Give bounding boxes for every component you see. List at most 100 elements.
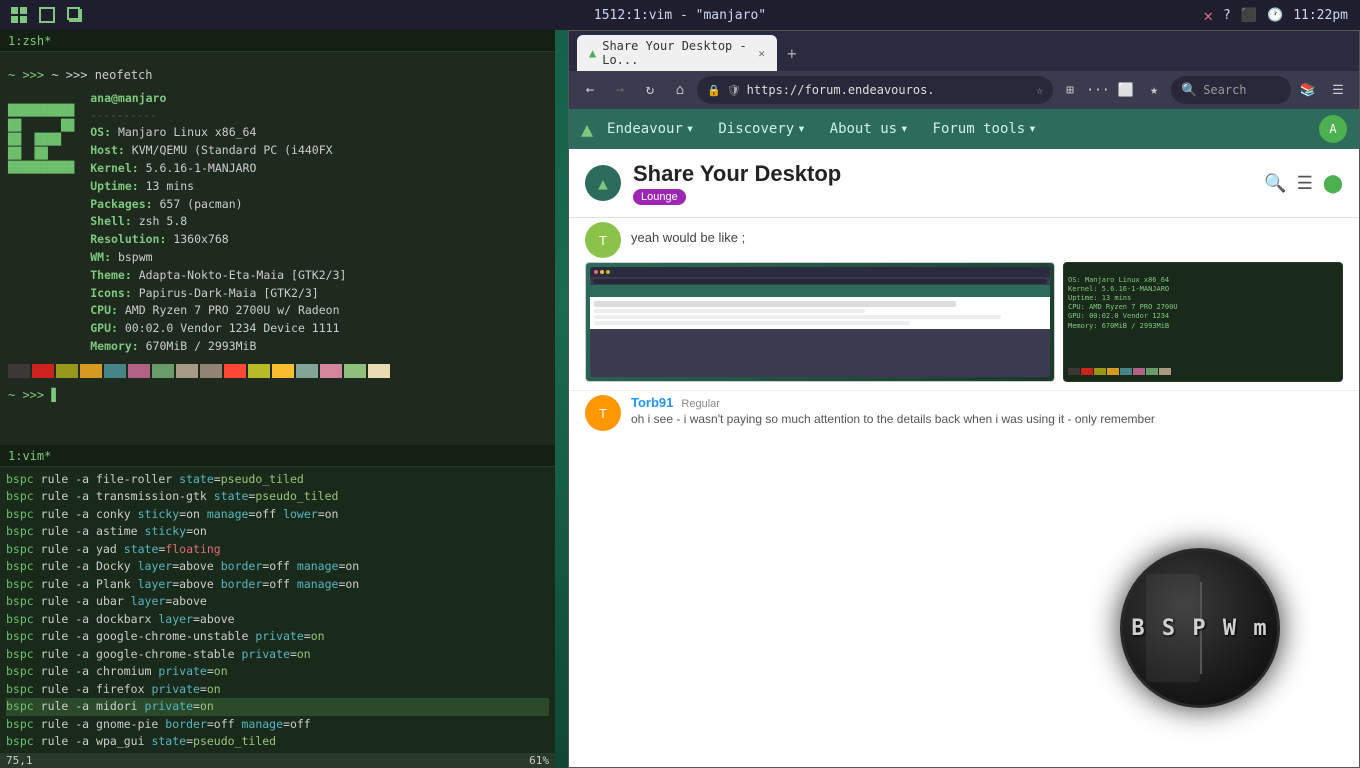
forum-screenshots: OS: Manjaro Linux x86_64 Kernel: 5.6.16-… <box>585 262 1343 382</box>
forum-site-logo: ▲ <box>585 165 621 201</box>
forum-post: T yeah would be like ; <box>569 218 1359 262</box>
vim-line: bspc rule -a ubar layer=above <box>6 593 549 610</box>
post-text: yeah would be like ; <box>631 222 745 245</box>
taskbar-title: 1512:1:vim - "manjaro" <box>594 8 766 23</box>
screenshot-left <box>585 262 1055 382</box>
taskbar-right: ✕ ? ⬛ 🕐 11:22pm <box>1203 6 1360 25</box>
browser-tab-bar: ▲ Share Your Desktop - Lo... ✕ + <box>569 31 1359 71</box>
browser-chrome: ▲ Share Your Desktop - Lo... ✕ + ← → ↻ ⌂… <box>569 31 1359 109</box>
bspwm-circle: B S P W m <box>1120 548 1280 708</box>
clock-icon: 🕐 <box>1267 8 1283 23</box>
browser-nav-bar: ← → ↻ ⌂ 🔒 🛡 https://forum.endeavouros. ☆… <box>569 71 1359 109</box>
taskbar-left <box>0 4 86 26</box>
monitor-icon: ⬛ <box>1241 8 1257 23</box>
search-placeholder: Search <box>1203 83 1246 97</box>
terminal-content: ~ >>> ~ >>> neofetch ██████████ ██ ██ ██… <box>0 52 555 445</box>
post-avatar: T <box>585 222 621 258</box>
circle-tool-icon[interactable]: ⬤ <box>1323 173 1343 194</box>
grid-icon[interactable] <box>8 4 30 26</box>
star-button[interactable]: ★ <box>1141 77 1167 103</box>
forum-title-right: 🔍 ☰ ⬤ <box>1264 173 1343 194</box>
terminal-tab-bar: 1:zsh* <box>0 30 555 52</box>
vim-content[interactable]: bspc rule -a file-roller state=pseudo_ti… <box>0 467 555 753</box>
terminal-tab-label[interactable]: 1:zsh* <box>8 34 51 48</box>
chevron-down-icon: ▾ <box>900 121 908 137</box>
browser-active-tab[interactable]: ▲ Share Your Desktop - Lo... ✕ <box>577 35 777 71</box>
clock-display: 11:22pm <box>1293 8 1348 23</box>
screenshot-right: OS: Manjaro Linux x86_64 Kernel: 5.6.16-… <box>1063 262 1343 382</box>
url-text: https://forum.endeavouros. <box>747 83 1031 97</box>
vim-line: bspc rule -a google-chrome-stable privat… <box>6 646 549 663</box>
chevron-down-icon: ▾ <box>686 121 694 137</box>
home-button[interactable]: ⌂ <box>667 77 693 103</box>
vim-line: bspc rule -a file-roller state=pseudo_ti… <box>6 471 549 488</box>
sysinfo-list: OS: Manjaro Linux x86_64 Host: KVM/QEMU … <box>90 124 346 356</box>
extensions-button[interactable]: ⊞ <box>1057 77 1083 103</box>
forum-nav-tools[interactable]: Forum tools ▾ <box>923 115 1047 143</box>
forum-lounge-badge[interactable]: Lounge <box>633 189 686 205</box>
more-button[interactable]: ··· <box>1085 77 1111 103</box>
help-icon[interactable]: ? <box>1223 8 1231 23</box>
reply-user-badge: Regular <box>681 398 720 410</box>
reply-username[interactable]: Torb91 <box>631 395 673 410</box>
terminal-neofetch: 1:zsh* ~ >>> ~ >>> neofetch ██████████ █… <box>0 30 555 445</box>
forum-title-bar: ▲ Share Your Desktop Lounge 🔍 ☰ ⬤ <box>569 149 1359 218</box>
vim-line: bspc rule -a Docky layer=above border=of… <box>6 558 549 575</box>
ascii-logo: ██████████ ██ ██ ██ ████ ██ ██ █████████… <box>8 90 74 356</box>
pocket-button[interactable]: ⬜ <box>1113 77 1139 103</box>
taskbar: 1512:1:vim - "manjaro" ✕ ? ⬛ 🕐 11:22pm <box>0 0 1360 30</box>
tab-label: Share Your Desktop - Lo... <box>602 39 752 67</box>
user-avatar[interactable]: A <box>1319 115 1347 143</box>
vim-status-bar: 75,1 61% <box>0 753 555 768</box>
search-tool-icon[interactable]: 🔍 <box>1264 173 1286 194</box>
url-bar[interactable]: 🔒 🛡 https://forum.endeavouros. ☆ <box>697 76 1053 104</box>
sysinfo-separator: ---------- <box>90 108 346 125</box>
vim-line: bspc rule -a dockbarx layer=above <box>6 611 549 628</box>
vim-line: bspc rule -a gnome-pie border=off manage… <box>6 716 549 733</box>
copy-icon[interactable] <box>64 4 86 26</box>
forum-nav-right: A <box>1319 115 1347 143</box>
vim-line: bspc rule -a astime sticky=on <box>6 523 549 540</box>
close-icon[interactable]: ✕ <box>1203 6 1213 25</box>
reload-button[interactable]: ↻ <box>637 77 663 103</box>
vim-line: bspc rule -a chromium private=on <box>6 663 549 680</box>
vim-scroll-pct: 61% <box>529 754 549 767</box>
terminal-vim: 1:vim* bspc rule -a file-roller state=ps… <box>0 445 555 768</box>
color-palette <box>8 364 547 378</box>
vim-tab-label[interactable]: 1:vim* <box>8 449 51 463</box>
forum-reply-post: T Torb91 Regular oh i see - i wasn't pay… <box>569 390 1359 435</box>
terminal-prompt: ~ >>> ~ >>> neofetch <box>8 66 547 84</box>
vim-tab-bar: 1:vim* <box>0 445 555 467</box>
shield-icon: 🛡 <box>727 84 741 97</box>
chevron-down-icon: ▾ <box>797 121 805 137</box>
forward-button[interactable]: → <box>607 77 633 103</box>
forum-nav-about[interactable]: About us ▾ <box>820 115 919 143</box>
terminal-prompt2: ~ >>> ▋ <box>8 386 547 404</box>
menu-button[interactable]: ☰ <box>1325 77 1351 103</box>
forum-nav-endeavour[interactable]: Endeavour ▾ <box>597 115 704 143</box>
vim-line: bspc rule -a transmission-gtk state=pseu… <box>6 488 549 505</box>
vim-line: bspc rule -a midori private=on <box>6 698 549 715</box>
bspwm-text: B S P W m <box>1131 616 1268 641</box>
bookmark-icon[interactable]: ☆ <box>1036 84 1043 97</box>
vim-cursor-pos: 75,1 <box>6 754 33 767</box>
back-button[interactable]: ← <box>577 77 603 103</box>
menu-tool-icon[interactable]: ☰ <box>1297 173 1313 194</box>
nav-extra-buttons: ⊞ ··· ⬜ ★ <box>1057 77 1167 103</box>
new-tab-button[interactable]: + <box>781 42 803 65</box>
vim-line: bspc rule -a google-chrome-unstable priv… <box>6 628 549 645</box>
forum-nav-discovery[interactable]: Discovery ▾ <box>708 115 815 143</box>
reply-avatar: T <box>585 395 621 431</box>
tab-close-button[interactable]: ✕ <box>758 47 765 60</box>
vim-line: bspc rule -a Plank layer=above border=of… <box>6 576 549 593</box>
lock-icon: 🔒 <box>707 84 721 97</box>
search-box[interactable]: 🔍 Search <box>1171 76 1291 104</box>
forum-page-title: Share Your Desktop <box>633 161 841 187</box>
vim-line: bspc rule -a firefox private=on <box>6 681 549 698</box>
vim-line: bspc rule -a wpa_gui state=pseudo_tiled <box>6 733 549 750</box>
tab-favicon: ▲ <box>589 46 596 60</box>
square-icon[interactable] <box>36 4 58 26</box>
library-button[interactable]: 📚 <box>1295 77 1321 103</box>
reply-text: oh i see - i wasn't paying so much atten… <box>631 412 1155 426</box>
bspwm-logo: B S P W m <box>1120 548 1280 708</box>
